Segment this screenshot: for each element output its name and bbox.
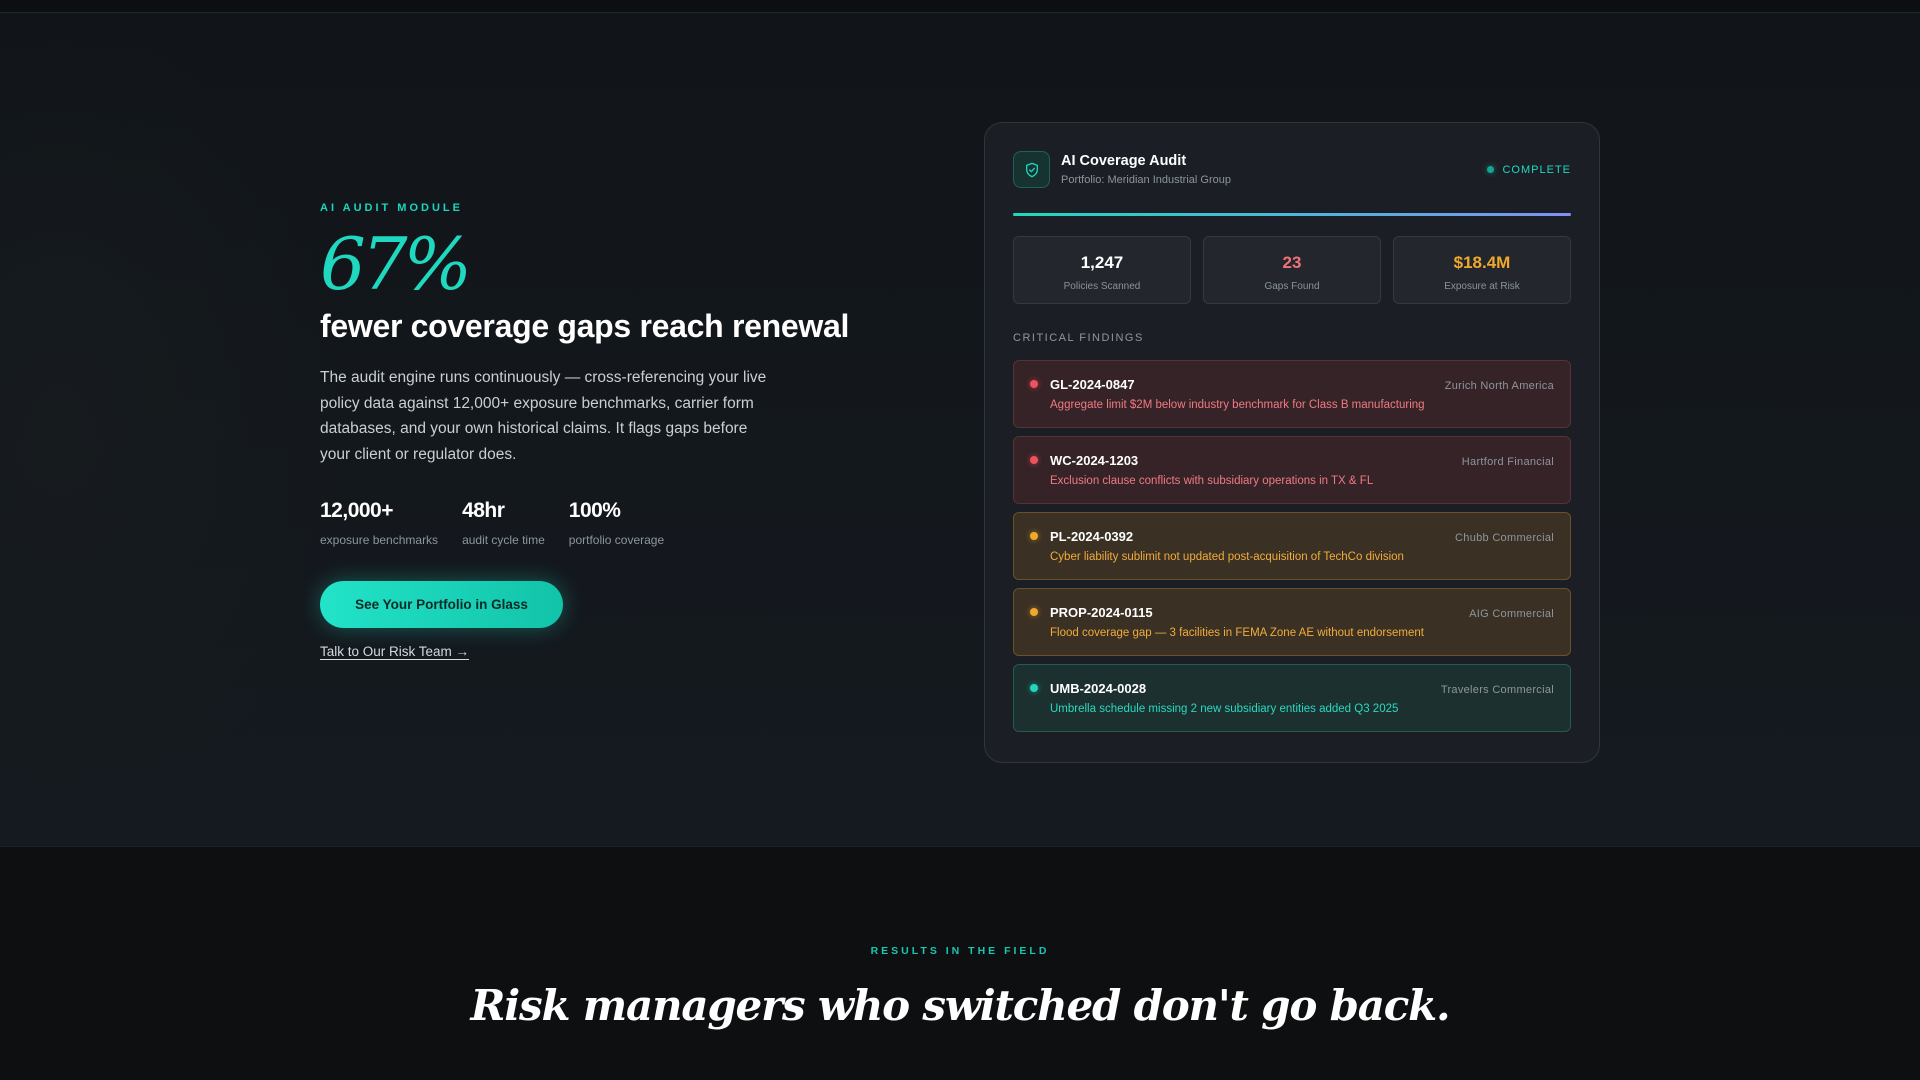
metric-label: Gaps Found (1264, 281, 1320, 292)
findings-list: GL-2024-0847 Zurich North America Aggreg… (1013, 360, 1571, 732)
findings-section-label: CRITICAL FINDINGS (1013, 332, 1144, 344)
metric-policies-scanned: 1,247 Policies Scanned (1013, 236, 1191, 304)
audit-card-subtitle: Portfolio: Meridian Industrial Group (1061, 174, 1231, 186)
finding-description: Umbrella schedule missing 2 new subsidia… (1050, 703, 1399, 715)
finding-id: PL-2024-0392 (1050, 529, 1134, 544)
audit-progress-fill (1013, 213, 1571, 216)
stat-label: exposure benchmarks (320, 533, 439, 547)
metric-value: 23 (1282, 253, 1302, 272)
metric-label: Policies Scanned (1063, 281, 1141, 292)
stat-label: portfolio coverage (568, 533, 665, 547)
finding-item[interactable]: GL-2024-0847 Zurich North America Aggreg… (1013, 360, 1571, 428)
audit-card-header: AI Coverage Audit Portfolio: Meridian In… (1013, 151, 1571, 188)
top-nav-strip (0, 0, 1920, 13)
audit-card-title: AI Coverage Audit (1061, 153, 1187, 169)
severity-dot-icon (1030, 608, 1038, 616)
finding-carrier: Chubb Commercial (1455, 532, 1554, 544)
finding-description: Flood coverage gap — 3 facilities in FEM… (1050, 627, 1424, 639)
finding-carrier: Travelers Commercial (1440, 684, 1554, 696)
results-section: RESULTS IN THE FIELD Risk managers who s… (0, 847, 1920, 1080)
audit-progress-bar (1013, 213, 1571, 216)
see-portfolio-button[interactable]: See Your Portfolio in Glass (320, 581, 563, 628)
stat-coverage: 100% portfolio coverage (569, 499, 664, 547)
results-title: Risk managers who switched don't go back… (470, 981, 1451, 1030)
finding-item[interactable]: PROP-2024-0115 AIG Commercial Flood cove… (1013, 588, 1571, 656)
finding-carrier: Hartford Financial (1461, 456, 1554, 468)
audit-metrics: 1,247 Policies Scanned 23 Gaps Found $18… (1013, 236, 1571, 304)
finding-description: Aggregate limit $2M below industry bench… (1050, 399, 1425, 411)
finding-id: UMB-2024-0028 (1050, 681, 1147, 696)
hero-eyebrow: AI AUDIT MODULE (320, 202, 463, 214)
stat-benchmarks: 12,000+ exposure benchmarks (320, 499, 438, 547)
severity-dot-icon (1030, 456, 1038, 464)
stat-label: audit cycle time (462, 533, 545, 547)
severity-dot-icon (1030, 532, 1038, 540)
stat-value: 12,000+ (320, 499, 394, 522)
metric-value: 1,247 (1080, 253, 1124, 272)
finding-carrier: Zurich North America (1444, 380, 1554, 392)
status-label: COMPLETE (1502, 163, 1571, 176)
hero-big-stat: 67% (320, 222, 472, 306)
results-eyebrow: RESULTS IN THE FIELD (870, 945, 1050, 957)
severity-dot-icon (1030, 380, 1038, 388)
hero-stats: 12,000+ exposure benchmarks 48hr audit c… (320, 499, 880, 547)
finding-id: PROP-2024-0115 (1050, 605, 1153, 620)
metric-value: $18.4M (1453, 253, 1511, 272)
audit-card: AI Coverage Audit Portfolio: Meridian In… (984, 122, 1600, 763)
metric-label: Exposure at Risk (1444, 281, 1520, 292)
finding-id: WC-2024-1203 (1050, 453, 1139, 468)
finding-item[interactable]: PL-2024-0392 Chubb Commercial Cyber liab… (1013, 512, 1571, 580)
severity-dot-icon (1030, 684, 1038, 692)
finding-description: Cyber liability sublimit not updated pos… (1050, 551, 1404, 563)
finding-id: GL-2024-0847 (1050, 377, 1135, 392)
stat-cycle-time: 48hr audit cycle time (462, 499, 545, 547)
shield-check-icon (1013, 151, 1050, 188)
finding-carrier: AIG Commercial (1469, 608, 1554, 620)
status-dot-icon (1487, 166, 1495, 173)
hero-headline: fewer coverage gaps reach renewal (320, 308, 850, 344)
stat-value: 100% (568, 499, 621, 522)
stat-value: 48hr (462, 499, 505, 522)
hero-copy: AI AUDIT MODULE 67% fewer coverage gaps … (320, 202, 880, 661)
hero-body: The audit engine runs continuously — cro… (320, 369, 767, 463)
metric-exposure-at-risk: $18.4M Exposure at Risk (1393, 236, 1571, 304)
hero-section: AI AUDIT MODULE 67% fewer coverage gaps … (0, 13, 1920, 847)
finding-description: Exclusion clause conflicts with subsidia… (1050, 475, 1374, 487)
status-badge: COMPLETE (1487, 164, 1571, 176)
metric-gaps-found: 23 Gaps Found (1203, 236, 1381, 304)
talk-to-risk-team-link[interactable]: Talk to Our Risk Team → (320, 644, 469, 659)
finding-item[interactable]: UMB-2024-0028 Travelers Commercial Umbre… (1013, 664, 1571, 732)
finding-item[interactable]: WC-2024-1203 Hartford Financial Exclusio… (1013, 436, 1571, 504)
